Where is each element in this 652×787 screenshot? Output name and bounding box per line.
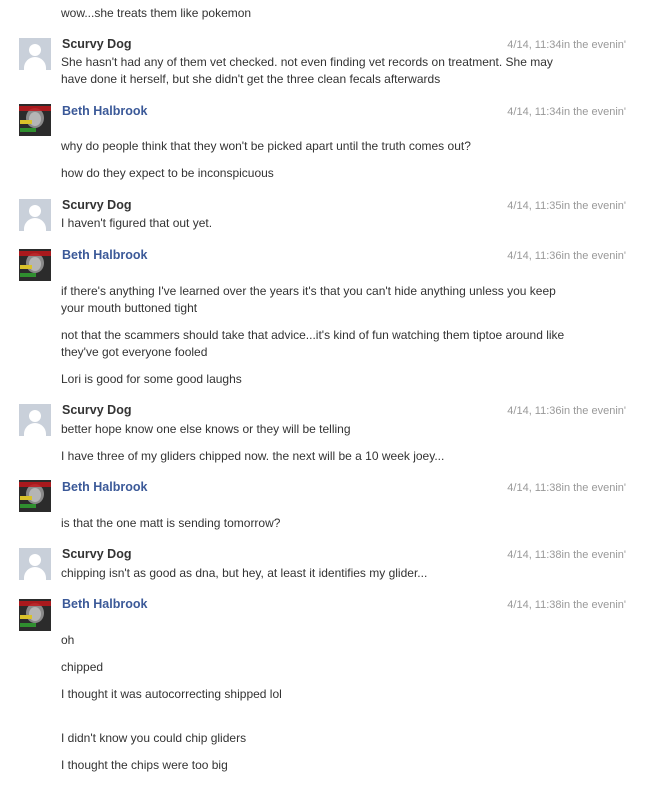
message-text: I thought it was autocorrecting shipped … bbox=[61, 687, 282, 701]
sender-name[interactable]: Beth Halbrook bbox=[62, 597, 147, 611]
message-text: chipped bbox=[61, 660, 104, 674]
default-avatar[interactable] bbox=[19, 38, 51, 70]
default-avatar[interactable] bbox=[19, 548, 51, 580]
message-text: I haven't figured that out yet. bbox=[61, 216, 213, 230]
sender-name[interactable]: Beth Halbrook bbox=[62, 104, 147, 118]
default-avatar[interactable] bbox=[19, 404, 51, 436]
message-text: oh bbox=[61, 633, 75, 647]
beth-avatar[interactable] bbox=[19, 104, 51, 136]
message-timestamp: 4/14, 11:36in the evenin' bbox=[507, 405, 626, 417]
sender-name[interactable]: Scurvy Dog bbox=[62, 198, 131, 212]
sender-name[interactable]: Beth Halbrook bbox=[62, 248, 147, 262]
message-timestamp: 4/14, 11:34in the evenin' bbox=[507, 106, 626, 118]
message-text: chipping isn't as good as dna, but hey, … bbox=[61, 566, 428, 580]
message-text: better hope know one else knows or they … bbox=[61, 422, 351, 436]
sender-name[interactable]: Scurvy Dog bbox=[62, 37, 131, 51]
message-text: I thought the chips were too big bbox=[61, 758, 228, 772]
message-text: is that the one matt is sending tomorrow… bbox=[61, 516, 281, 530]
message-text: She hasn't had any of them vet checked. … bbox=[61, 55, 553, 86]
message-text: I didn't know you could chip gliders bbox=[61, 731, 247, 745]
message-text: not that the scammers should take that a… bbox=[61, 328, 565, 359]
sender-name[interactable]: Beth Halbrook bbox=[62, 480, 147, 494]
message-text: Lori is good for some good laughs bbox=[61, 372, 242, 386]
sender-name[interactable]: Scurvy Dog bbox=[62, 547, 131, 561]
message-timestamp: 4/14, 11:35in the evenin' bbox=[507, 200, 626, 212]
message-text: how do they expect to be inconspicuous bbox=[61, 166, 274, 180]
message-text: I have three of my gliders chipped now. … bbox=[61, 449, 445, 463]
message-timestamp: 4/14, 11:38in the evenin' bbox=[507, 482, 626, 494]
sender-name[interactable]: Scurvy Dog bbox=[62, 403, 131, 417]
beth-avatar[interactable] bbox=[19, 599, 51, 631]
message-timestamp: 4/14, 11:34in the evenin' bbox=[507, 39, 626, 51]
message-timestamp: 4/14, 11:36in the evenin' bbox=[507, 250, 626, 262]
message-timestamp: 4/14, 11:38in the evenin' bbox=[507, 599, 626, 611]
beth-avatar[interactable] bbox=[19, 249, 51, 281]
message-timestamp: 4/14, 11:38in the evenin' bbox=[507, 549, 626, 561]
message-text: wow...she treats them like pokemon bbox=[61, 6, 252, 20]
message-text: if there's anything I've learned over th… bbox=[61, 284, 556, 315]
message-text: why do people think that they won't be p… bbox=[61, 139, 471, 153]
beth-avatar[interactable] bbox=[19, 480, 51, 512]
default-avatar[interactable] bbox=[19, 199, 51, 231]
